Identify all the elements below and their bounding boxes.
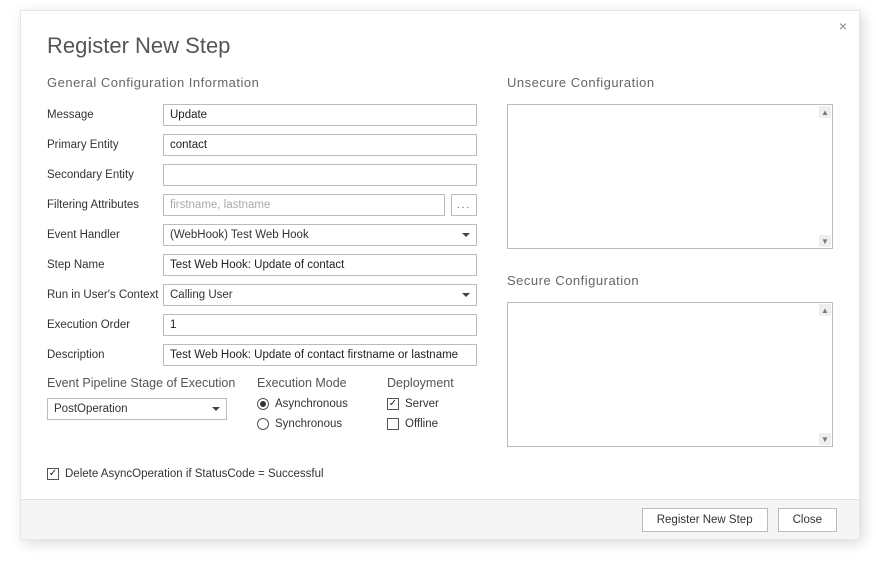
- secure-config-header: Secure Configuration: [507, 273, 833, 288]
- event-handler-value: (WebHook) Test Web Hook: [170, 229, 309, 241]
- execution-mode-async-label: Asynchronous: [275, 398, 348, 410]
- execution-mode-header: Execution Mode: [257, 376, 367, 390]
- run-context-select[interactable]: Calling User: [163, 284, 477, 306]
- execution-order-input[interactable]: [163, 314, 477, 336]
- chevron-down-icon: [462, 293, 470, 297]
- description-input[interactable]: [163, 344, 477, 366]
- execution-mode-async-radio[interactable]: [257, 398, 269, 410]
- event-handler-select[interactable]: (WebHook) Test Web Hook: [163, 224, 477, 246]
- label-description: Description: [47, 349, 163, 361]
- close-button[interactable]: Close: [778, 508, 837, 532]
- secure-config-textarea[interactable]: [508, 303, 818, 443]
- step-name-input[interactable]: [163, 254, 477, 276]
- primary-entity-input[interactable]: [163, 134, 477, 156]
- chevron-down-icon: [462, 233, 470, 237]
- secondary-entity-input[interactable]: [163, 164, 477, 186]
- unsecure-config-header: Unsecure Configuration: [507, 75, 833, 90]
- label-secondary-entity: Secondary Entity: [47, 169, 163, 181]
- label-filtering-attributes: Filtering Attributes: [47, 199, 163, 211]
- unsecure-config-textarea[interactable]: [508, 105, 818, 245]
- filtering-attributes-picker-button[interactable]: ...: [451, 194, 477, 216]
- label-step-name: Step Name: [47, 259, 163, 271]
- label-primary-entity: Primary Entity: [47, 139, 163, 151]
- execution-mode-sync-radio[interactable]: [257, 418, 269, 430]
- label-execution-order: Execution Order: [47, 319, 163, 331]
- close-icon[interactable]: ×: [839, 19, 847, 33]
- deployment-offline-checkbox[interactable]: [387, 418, 399, 430]
- scroll-up-icon[interactable]: ▲: [819, 304, 831, 316]
- pipeline-stage-value: PostOperation: [54, 403, 128, 415]
- label-message: Message: [47, 109, 163, 121]
- run-context-value: Calling User: [170, 289, 233, 301]
- dialog-title: Register New Step: [47, 33, 833, 59]
- deployment-server-label: Server: [405, 398, 439, 410]
- delete-async-checkbox[interactable]: [47, 468, 59, 480]
- general-config-header: General Configuration Information: [47, 75, 477, 90]
- deployment-offline-label: Offline: [405, 418, 438, 430]
- register-step-dialog: × Register New Step General Configuratio…: [20, 10, 860, 540]
- register-new-step-button[interactable]: Register New Step: [642, 508, 768, 532]
- chevron-down-icon: [212, 407, 220, 411]
- scroll-down-icon[interactable]: ▼: [819, 235, 831, 247]
- filtering-attributes-input[interactable]: [163, 194, 445, 216]
- deployment-header: Deployment: [387, 376, 477, 390]
- execution-mode-sync-label: Synchronous: [275, 418, 342, 430]
- deployment-server-checkbox[interactable]: [387, 398, 399, 410]
- dialog-footer: Register New Step Close: [21, 499, 859, 539]
- scroll-down-icon[interactable]: ▼: [819, 433, 831, 445]
- label-run-context: Run in User's Context: [47, 289, 163, 301]
- label-event-handler: Event Handler: [47, 229, 163, 241]
- scroll-up-icon[interactable]: ▲: [819, 106, 831, 118]
- pipeline-stage-select[interactable]: PostOperation: [47, 398, 227, 420]
- pipeline-stage-header: Event Pipeline Stage of Execution: [47, 376, 237, 390]
- message-input[interactable]: [163, 104, 477, 126]
- delete-async-label: Delete AsyncOperation if StatusCode = Su…: [65, 468, 324, 480]
